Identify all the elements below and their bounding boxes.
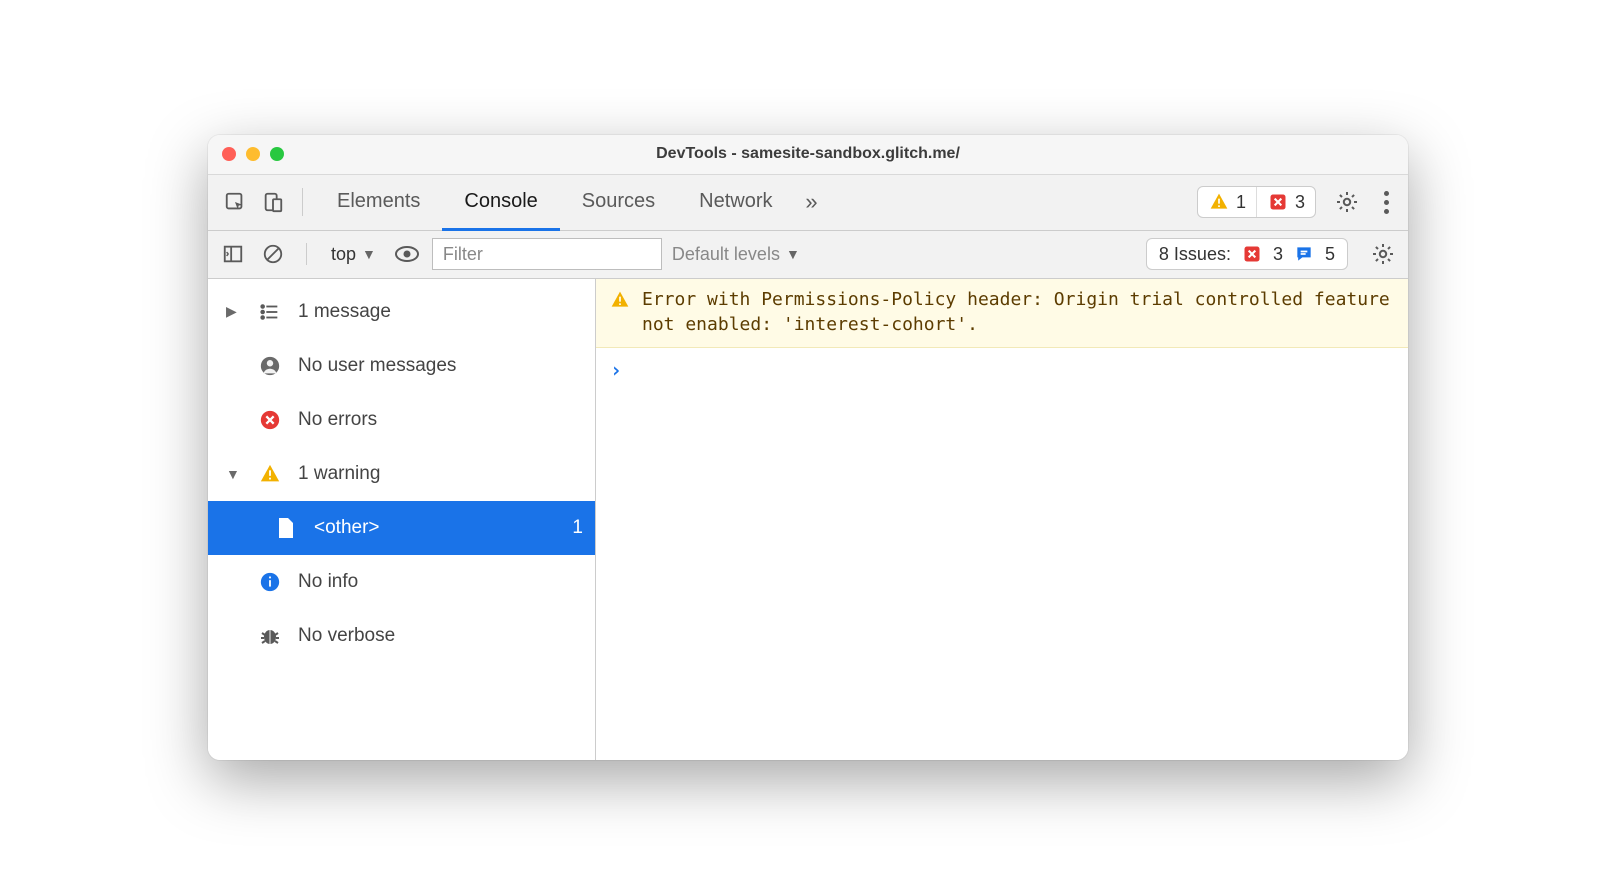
sidebar-item-verbose[interactable]: No verbose xyxy=(208,609,595,663)
tab-network[interactable]: Network xyxy=(677,176,794,231)
issues-button[interactable]: 8 Issues: 3 5 xyxy=(1146,238,1348,270)
sidebar-item-other[interactable]: <other> 1 xyxy=(208,501,595,555)
warning-message: Error with Permissions-Policy header: Or… xyxy=(642,287,1396,337)
chevron-down-icon: ▼ xyxy=(786,246,800,262)
clear-console-icon[interactable] xyxy=(258,239,288,269)
sidebar-item-warnings[interactable]: ▼ 1 warning xyxy=(208,447,595,501)
sidebar-item-label: No verbose xyxy=(298,625,395,647)
sidebar-item-info[interactable]: No info xyxy=(208,555,595,609)
list-icon xyxy=(256,301,284,323)
user-icon xyxy=(256,355,284,377)
console-prompt[interactable]: › xyxy=(596,348,1408,392)
error-icon xyxy=(1267,191,1289,213)
warnings-count: 1 xyxy=(1236,192,1246,213)
settings-icon[interactable] xyxy=(1332,187,1362,217)
device-toolbar-icon[interactable] xyxy=(256,185,290,219)
error-circle-icon xyxy=(256,409,284,431)
live-expression-icon[interactable] xyxy=(392,239,422,269)
filter-input[interactable] xyxy=(432,238,662,270)
console-settings-icon[interactable] xyxy=(1368,239,1398,269)
console-toolbar: top ▼ Default levels ▼ 8 Issues: 3 5 xyxy=(208,231,1408,279)
expand-arrow-icon: ▶ xyxy=(226,303,242,320)
levels-label: Default levels xyxy=(672,244,780,265)
sidebar-item-label: No info xyxy=(298,571,358,593)
divider xyxy=(302,188,303,216)
expand-arrow-icon: ▼ xyxy=(226,466,242,482)
log-levels-selector[interactable]: Default levels ▼ xyxy=(672,244,800,265)
more-tabs-button[interactable]: » xyxy=(795,175,829,230)
status-badges[interactable]: 1 3 xyxy=(1197,186,1316,218)
message-icon xyxy=(1293,243,1315,265)
context-selector[interactable]: top ▼ xyxy=(325,244,382,265)
sidebar-item-messages[interactable]: ▶ 1 message xyxy=(208,285,595,339)
warning-icon xyxy=(1208,191,1230,213)
inspect-element-icon[interactable] xyxy=(218,185,252,219)
devtools-window: DevTools - samesite-sandbox.glitch.me/ E… xyxy=(208,135,1408,760)
console-body: ▶ 1 message No user messages No errors ▼… xyxy=(208,279,1408,760)
sidebar-item-label: No errors xyxy=(298,409,377,431)
warnings-badge[interactable]: 1 xyxy=(1198,187,1256,217)
more-options-icon[interactable] xyxy=(1374,191,1398,214)
warning-icon xyxy=(256,463,284,485)
divider xyxy=(306,243,307,265)
bug-icon xyxy=(256,625,284,647)
console-warning-row[interactable]: Error with Permissions-Policy header: Or… xyxy=(596,279,1408,348)
panel-tabs: Elements Console Sources Network » xyxy=(315,175,829,230)
file-icon xyxy=(272,516,300,540)
titlebar: DevTools - samesite-sandbox.glitch.me/ xyxy=(208,135,1408,175)
sidebar-item-label: 1 warning xyxy=(298,463,380,485)
tab-elements[interactable]: Elements xyxy=(315,176,442,231)
chevron-down-icon: ▼ xyxy=(362,246,376,262)
console-sidebar: ▶ 1 message No user messages No errors ▼… xyxy=(208,279,596,760)
info-icon xyxy=(256,571,284,593)
sidebar-item-errors[interactable]: No errors xyxy=(208,393,595,447)
sidebar-item-label: 1 message xyxy=(298,301,391,323)
sidebar-item-label: <other> xyxy=(314,517,380,539)
issues-label: 8 Issues: xyxy=(1159,244,1231,265)
tab-console[interactable]: Console xyxy=(442,176,559,231)
toggle-sidebar-icon[interactable] xyxy=(218,239,248,269)
issues-msg-count: 5 xyxy=(1325,244,1335,265)
sidebar-item-label: No user messages xyxy=(298,355,456,377)
tab-sources[interactable]: Sources xyxy=(560,176,677,231)
errors-count: 3 xyxy=(1295,192,1305,213)
warning-icon xyxy=(610,290,630,337)
console-output: Error with Permissions-Policy header: Or… xyxy=(596,279,1408,760)
sidebar-item-count: 1 xyxy=(572,517,583,539)
main-tabbar: Elements Console Sources Network » 1 3 xyxy=(208,175,1408,231)
sidebar-item-user[interactable]: No user messages xyxy=(208,339,595,393)
context-label: top xyxy=(331,244,356,265)
issues-err-count: 3 xyxy=(1273,244,1283,265)
window-title: DevTools - samesite-sandbox.glitch.me/ xyxy=(208,145,1408,163)
error-icon xyxy=(1241,243,1263,265)
errors-badge[interactable]: 3 xyxy=(1256,187,1315,217)
